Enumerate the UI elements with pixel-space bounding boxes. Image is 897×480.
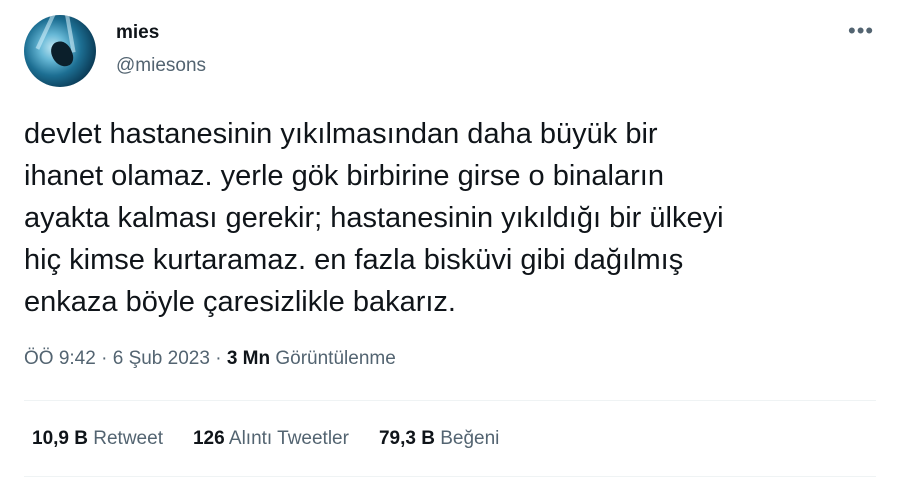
avatar[interactable] <box>24 15 96 87</box>
tweet-meta: ÖÖ 9:42 · 6 Şub 2023 · 3 Mn Görüntülenme <box>24 348 396 370</box>
like-label: Beğeni <box>440 428 500 449</box>
tweet-time[interactable]: ÖÖ 9:42 <box>24 348 96 369</box>
quote-count: 126 <box>192 428 225 449</box>
tweet-date[interactable]: 6 Şub 2023 <box>113 348 210 369</box>
divider <box>24 476 876 477</box>
quote-stat[interactable]: 126 Alıntı Tweetler <box>193 428 349 450</box>
like-count: 79,3 B <box>378 428 435 449</box>
author-name[interactable]: mies <box>116 22 159 44</box>
quote-label: Alıntı Tweetler <box>228 428 349 449</box>
meta-separator: · <box>215 348 222 369</box>
meta-separator: · <box>101 348 108 369</box>
more-options-icon[interactable]: ••• <box>848 20 874 42</box>
views-label: Görüntülenme <box>275 348 396 369</box>
retweet-count: 10,9 B <box>32 428 88 449</box>
divider <box>24 400 876 401</box>
retweet-stat[interactable]: 10,9 B Retweet <box>32 428 163 450</box>
retweet-label: Retweet <box>93 428 163 449</box>
views-count: 3 Mn <box>226 348 271 369</box>
like-stat[interactable]: 79,3 B Beğeni <box>379 428 499 450</box>
tweet-stats: 10,9 B Retweet 126 Alıntı Tweetler 79,3 … <box>32 428 499 450</box>
tweet-text: devlet hastanesinin yıkılmasından daha b… <box>24 118 724 318</box>
author-handle[interactable]: @miesons <box>116 55 206 77</box>
